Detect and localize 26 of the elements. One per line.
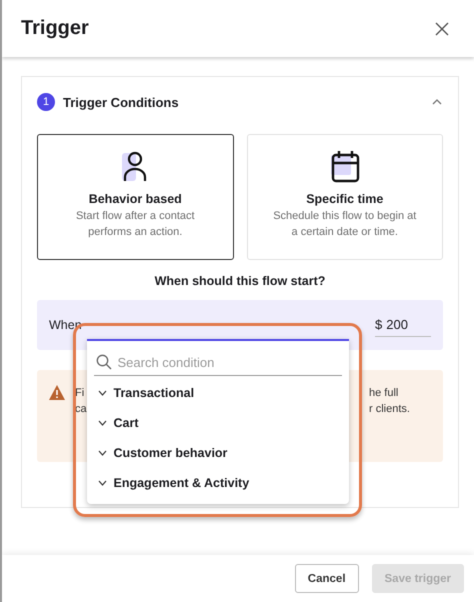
option-card[interactable]: Behavior based Start flow after a contact performs an action. bbox=[37, 134, 234, 260]
amount-field[interactable]: $ 200 bbox=[375, 313, 431, 337]
condition-group[interactable]: Customer behavior bbox=[94, 438, 342, 468]
cancel-button[interactable]: Cancel bbox=[294, 564, 359, 593]
section-title: Trigger Conditions bbox=[63, 94, 180, 110]
step-badge: 1 bbox=[37, 93, 55, 111]
question-text: When should this flow start? bbox=[154, 274, 326, 288]
option-description: Schedule this flow to begin at a certain date or time. bbox=[272, 209, 418, 240]
warning-icon bbox=[49, 385, 65, 400]
warning-text: he full bbox=[369, 386, 400, 401]
dialog-title: Trigger bbox=[21, 17, 89, 40]
search-field[interactable]: Search condition bbox=[118, 354, 318, 370]
condition-group[interactable]: Transactional bbox=[94, 378, 342, 408]
warning-text: r clients. bbox=[369, 402, 411, 417]
condition-group[interactable]: Cart bbox=[94, 408, 342, 438]
option-title: Behavior based bbox=[88, 192, 182, 206]
option-description: Start flow after a contact performs an action. bbox=[74, 209, 196, 240]
condition-group[interactable]: Engagement & Activity bbox=[94, 468, 342, 498]
condition-label: When bbox=[49, 318, 83, 332]
collapse-icon[interactable] bbox=[431, 98, 443, 106]
option-card[interactable]: Specific time Schedule this flow to begin at a certain date or time. bbox=[246, 134, 443, 260]
search-icon bbox=[96, 354, 112, 370]
close-button[interactable] bbox=[434, 20, 450, 36]
calendar-icon bbox=[328, 149, 361, 183]
option-title: Specific time bbox=[306, 192, 384, 206]
warning-text: Fi bbox=[75, 386, 86, 401]
